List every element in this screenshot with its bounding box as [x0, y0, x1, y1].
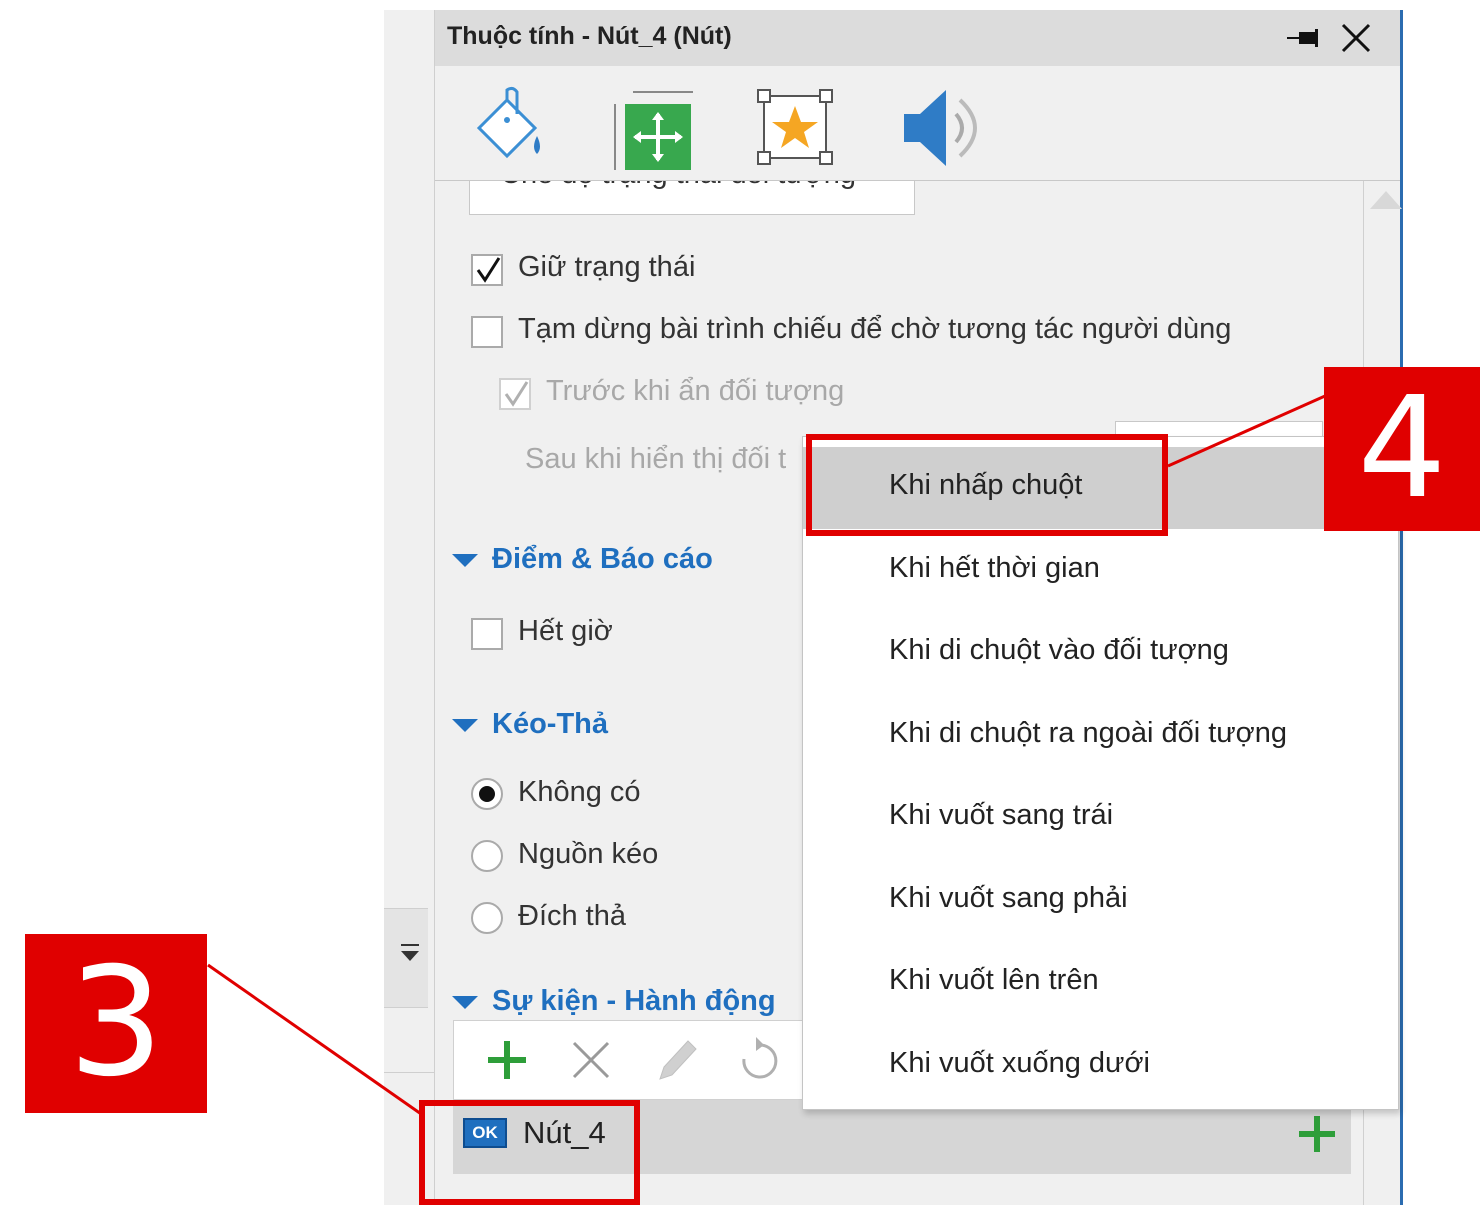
- add-event-button[interactable]: [482, 1035, 532, 1085]
- divider: [384, 1072, 434, 1073]
- star-effects-icon[interactable]: [750, 84, 840, 174]
- timeout-checkbox[interactable]: [471, 618, 503, 650]
- drag-source-label: Nguồn kéo: [518, 838, 659, 870]
- dropdown-arrow-icon: [401, 944, 419, 961]
- menu-item-swipe-down[interactable]: Khi vuốt xuống dưới: [803, 1025, 1398, 1107]
- pin-icon[interactable]: [1287, 26, 1321, 50]
- add-action-icon[interactable]: [1295, 1112, 1339, 1156]
- drag-none-label: Không có: [518, 776, 641, 808]
- scroll-up-arrow-icon[interactable]: [1370, 191, 1402, 209]
- timeout-label: Hết giờ: [518, 615, 613, 647]
- collapse-triangle-icon[interactable]: [452, 996, 478, 1009]
- menu-item-on-timeout[interactable]: Khi hết thời gian: [803, 530, 1398, 612]
- left-dock-strip: [384, 10, 435, 1205]
- state-mode-button[interactable]: Chế độ trạng thái đối tượng: [469, 181, 915, 215]
- delete-event-button[interactable]: [566, 1035, 616, 1085]
- size-position-icon[interactable]: [605, 84, 695, 174]
- highlight-box-event-item: [419, 1100, 640, 1205]
- step-badge-4: 4: [1324, 367, 1480, 531]
- pause-slide-label: Tạm dừng bài trình chiếu để chờ tương tá…: [518, 313, 1232, 345]
- close-icon[interactable]: [1340, 22, 1372, 54]
- highlight-box-on-click: [806, 434, 1168, 536]
- keep-state-label: Giữ trạng thái: [518, 251, 696, 283]
- drag-target-label: Đích thả: [518, 900, 626, 932]
- keep-state-checkbox[interactable]: [471, 254, 503, 286]
- events-toolbar: [453, 1020, 813, 1100]
- step-badge-3: 3: [25, 934, 207, 1113]
- checkmark-icon: [504, 381, 529, 407]
- property-tabs: [435, 66, 1400, 191]
- section-drag-drop[interactable]: Kéo-Thả: [492, 708, 608, 741]
- panel-titlebar: Thuộc tính - Nút_4 (Nút): [435, 10, 1400, 66]
- section-score-report[interactable]: Điểm & Báo cáo: [492, 543, 713, 576]
- menu-item-on-hover-in[interactable]: Khi di chuột vào đối tượng: [803, 612, 1398, 694]
- drag-source-radio[interactable]: [471, 840, 503, 872]
- before-hide-checkbox: [499, 378, 531, 410]
- audio-speaker-icon[interactable]: [900, 84, 990, 174]
- drag-target-radio[interactable]: [471, 902, 503, 934]
- pause-slide-checkbox[interactable]: [471, 316, 503, 348]
- before-hide-label: Trước khi ẩn đối tượng: [546, 375, 845, 407]
- collapse-triangle-icon[interactable]: [452, 719, 478, 732]
- collapse-dropdown-button[interactable]: [384, 908, 428, 1008]
- menu-item-swipe-up[interactable]: Khi vuốt lên trên: [803, 942, 1398, 1024]
- menu-item-swipe-left[interactable]: Khi vuốt sang trái: [803, 777, 1398, 859]
- section-events-actions[interactable]: Sự kiện - Hành động: [492, 985, 776, 1018]
- collapse-triangle-icon[interactable]: [452, 554, 478, 567]
- menu-item-on-hover-out[interactable]: Khi di chuột ra ngoài đối tượng: [803, 695, 1398, 777]
- undo-icon[interactable]: [734, 1035, 784, 1085]
- fill-bucket-icon[interactable]: [465, 84, 555, 174]
- after-show-label: Sau khi hiển thị đối t: [525, 443, 787, 475]
- checkmark-icon: [476, 257, 501, 283]
- drag-none-radio[interactable]: [471, 778, 503, 810]
- event-trigger-dropdown-menu: Khi nhấp chuột Khi hết thời gian Khi di …: [802, 436, 1399, 1110]
- panel-title: Thuộc tính - Nút_4 (Nút): [447, 22, 732, 50]
- menu-item-swipe-right[interactable]: Khi vuốt sang phải: [803, 860, 1398, 942]
- edit-pencil-icon[interactable]: [650, 1035, 700, 1085]
